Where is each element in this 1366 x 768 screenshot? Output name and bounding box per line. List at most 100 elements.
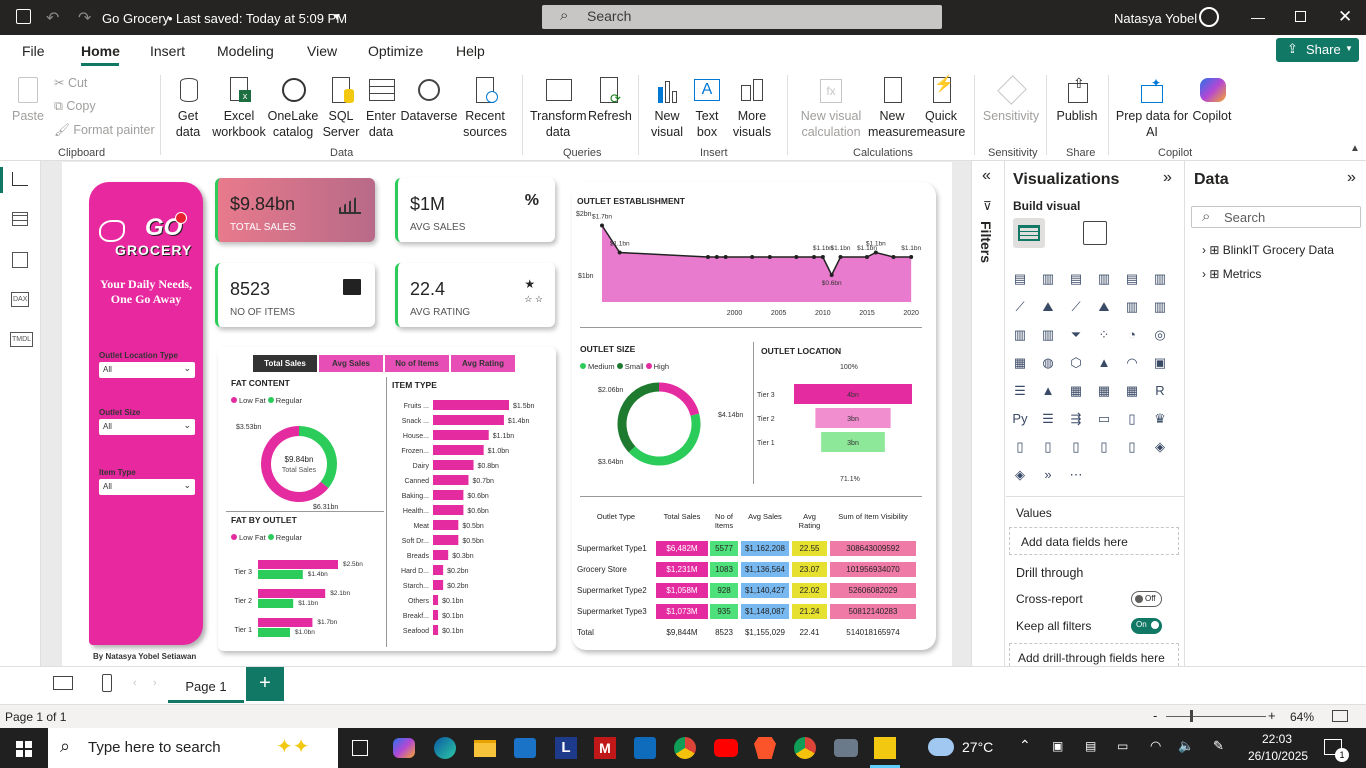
zoom-slider[interactable] [1166,716,1266,717]
keep-filters-toggle[interactable]: On [1131,618,1162,634]
file-explorer-icon[interactable] [474,740,496,757]
tray-app-icon[interactable]: ▤ [1085,739,1096,753]
new-visual-calculation-button[interactable]: fx New visual calculation [796,75,866,140]
youtube-icon[interactable] [714,739,738,757]
save-status[interactable]: Last saved: Today at 5:09 PM [176,11,347,26]
cross-report-toggle[interactable]: Off [1131,591,1162,607]
outlet-type-table[interactable]: Outlet Type Total Sales No of Items Avg Sal… [572,507,936,647]
visual-type-icon[interactable]: ▯ [1038,437,1058,457]
table-header[interactable]: No of Items [710,512,738,530]
visual-type-icon[interactable]: ▭ [1094,409,1114,429]
visual-type-icon[interactable]: ⬡ [1066,353,1086,373]
sensitivity-button[interactable]: Sensitivity [980,75,1042,124]
transform-data-button[interactable]: Transform data [530,75,587,140]
visual-type-icon[interactable]: ⟋ [1010,297,1030,317]
data-search-input[interactable]: ⌕ Search [1191,206,1361,228]
chrome-icon[interactable] [674,737,696,759]
chrome-profile-icon[interactable] [794,737,816,759]
visual-type-icon[interactable]: ☰ [1038,409,1058,429]
zoom-in-icon[interactable]: + [1268,708,1276,723]
refresh-button[interactable]: ⟳ Refresh [588,75,632,124]
prev-page-icon[interactable]: ‹ [133,677,137,689]
visual-type-icon[interactable]: ⛰ [1094,297,1114,317]
more-visuals-button[interactable]: More visuals [726,75,778,140]
visual-type-icon[interactable]: ▥ [1038,269,1058,289]
slicer-outlet-location[interactable]: All ⌄ [99,362,195,378]
weather-icon[interactable] [928,738,954,756]
visual-type-icon[interactable]: ▥ [1094,269,1114,289]
visual-type-icon[interactable]: ▯ [1066,437,1086,457]
outlook-icon[interactable] [634,737,656,759]
visual-type-icon[interactable]: ▥ [1010,325,1030,345]
tree-item-blinkit[interactable]: › ⊞ BlinkIT Grocery Data [1202,243,1334,257]
share-button[interactable]: ⇪ Share ▼ [1276,38,1359,62]
dax-query-view-icon[interactable]: DAX [11,292,30,307]
visual-type-icon[interactable]: ⟋ [1066,297,1086,317]
filters-pane-collapsed[interactable]: « ⊽ Filters [971,161,1005,666]
visual-type-icon[interactable]: ▥ [1122,297,1142,317]
quick-measure-button[interactable]: ⚡ Quick measure [916,75,966,140]
visual-type-icon[interactable]: ◠ [1122,353,1142,373]
visual-type-icon[interactable]: ▲ [1094,353,1114,373]
clock-time[interactable]: 22:03 [1248,732,1306,746]
search-box[interactable]: ⌕ Search [542,5,942,29]
item-type-chart[interactable]: Fruits ... $1.5bn Snack ... $1.4bn House... $… [388,397,556,647]
redo-icon[interactable]: ↷ [78,8,91,28]
minimize-icon[interactable]: — [1251,9,1265,25]
store-icon[interactable] [514,738,536,758]
menu-modeling[interactable]: Modeling [217,43,274,59]
power-bi-icon[interactable] [874,737,896,759]
visual-type-icon[interactable]: ▯ [1094,437,1114,457]
table-header[interactable]: Sum of Item Visibility [830,512,916,521]
kpi-avg-rating[interactable]: 22.4 AVG RATING ★ ☆ ☆ [395,263,555,327]
format-painter-button[interactable]: 🖌 Format painter [54,123,155,138]
prep-data-ai-button[interactable]: ✦ Prep data for AI [1114,75,1190,140]
enter-data-button[interactable]: Enter data [363,75,399,140]
menu-file[interactable]: File [22,43,45,59]
windows-start-icon[interactable] [16,741,32,757]
slicer-item-type[interactable]: All ⌄ [99,479,195,495]
copy-button[interactable]: ⧉ Copy [54,99,96,114]
visual-type-icon[interactable]: ▤ [1010,269,1030,289]
avatar-icon[interactable] [1199,7,1219,27]
brave-icon[interactable] [754,737,776,759]
visual-type-icon[interactable]: ◈ [1150,437,1170,457]
table-header[interactable]: Avg Sales [741,512,789,521]
tab-avg-sales[interactable]: Avg Sales [319,355,383,372]
kpi-total-sales[interactable]: $9.84bn TOTAL SALES [215,178,375,242]
text-box-button[interactable]: A Text box [690,75,724,140]
format-visual-icon[interactable] [1083,221,1107,245]
visual-type-icon[interactable]: ◔ [1122,325,1142,345]
visual-type-icon[interactable]: ◍ [1038,353,1058,373]
table-header[interactable]: Total Sales [656,512,708,521]
table-header[interactable]: Avg Rating [792,512,827,530]
tree-item-metrics[interactable]: › ⊞ Metrics [1202,267,1261,281]
fat-by-outlet-chart[interactable]: Tier 3 $2.5bn $1.4bn Tier 2 $2.1bn $1.1bn Tier… [218,552,386,647]
collapse-icon[interactable]: » [1347,169,1356,187]
visual-type-icon[interactable]: ⁘ [1094,325,1114,345]
visual-type-icon[interactable]: Py [1010,409,1030,429]
kpi-no-of-items[interactable]: 8523 NO OF ITEMS [215,263,375,327]
build-visual-tab[interactable] [1013,218,1045,248]
visual-type-icon[interactable]: ▥ [1038,325,1058,345]
excel-workbook-button[interactable]: x Excel workbook [210,75,268,140]
table-view-icon[interactable] [12,212,28,226]
weather-temp[interactable]: 27°C [962,739,993,755]
tab-total-sales[interactable]: Total Sales [253,355,317,372]
fit-to-page-icon[interactable] [1332,710,1348,722]
volume-icon[interactable]: 🔈 [1178,738,1194,754]
save-icon[interactable] [16,9,31,24]
visual-type-icon[interactable]: ▦ [1122,381,1142,401]
expand-icon[interactable]: « [982,167,991,185]
copilot-app-icon[interactable] [393,738,415,758]
visual-type-icon[interactable]: ▣ [1150,353,1170,373]
visual-type-icon[interactable]: ▦ [1094,381,1114,401]
edge-icon[interactable] [434,737,456,759]
tmdl-view-icon[interactable]: TMDL [10,332,34,347]
battery-icon[interactable]: ▭ [1117,739,1128,753]
visual-type-icon[interactable]: R [1150,381,1170,401]
taskbar-search[interactable]: ⌕ Type here to search ✦✦ [48,728,338,768]
maximize-icon[interactable] [1295,11,1306,22]
report-view-icon[interactable] [12,172,28,186]
visual-type-icon[interactable]: ▦ [1066,381,1086,401]
